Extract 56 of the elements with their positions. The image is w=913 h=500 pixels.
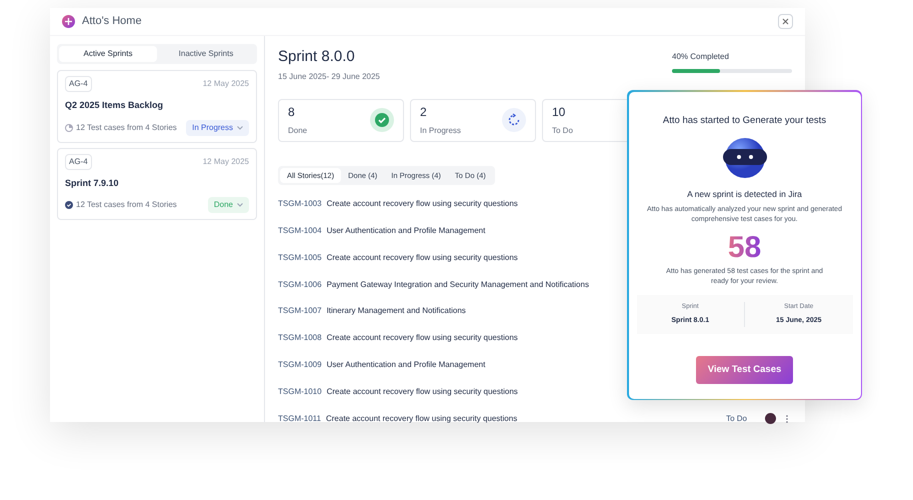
stat-value: 10 (552, 104, 566, 121)
story-id[interactable]: TSGM-1008 (278, 332, 322, 344)
logo-icon (62, 15, 75, 28)
popup-heading: A new sprint is detected in Jira (687, 188, 802, 200)
story-id[interactable]: TSGM-1005 (278, 252, 322, 264)
check-icon (370, 108, 394, 132)
story-title: Payment Gateway Integration and Security Management and Notifications (326, 278, 589, 291)
robot-mascot-icon (720, 136, 768, 180)
story-id[interactable]: TSGM-1006 (278, 278, 322, 291)
close-icon (782, 18, 789, 25)
sprint-card[interactable]: AG-4 12 May 2025 Sprint 7.9.10 12 Test cases from 4 Stories Done (57, 148, 257, 220)
stat-label: In Progress (420, 125, 461, 137)
story-title: Create account recovery flow using security questions (326, 332, 518, 344)
story-title: User Authentication and Profile Management (326, 358, 486, 371)
window-title: Atto's Home (82, 14, 142, 30)
status-dropdown[interactable]: In Progress (186, 120, 249, 136)
sprint-card[interactable]: AG-4 12 May 2025 Q2 2025 Items Backlog 12 Test cases from 4 Stories In Progress (57, 70, 257, 142)
story-id[interactable]: TSGM-1004 (278, 224, 322, 237)
avatar (765, 413, 776, 424)
story-title: Create account recovery flow using security questions (326, 386, 518, 398)
story-title: Itinerary Management and Notifications (326, 305, 466, 318)
story-id[interactable]: TSGM-1011 (278, 412, 321, 425)
sprint-title: Sprint 8.0.0 (278, 47, 356, 67)
close-button[interactable] (778, 14, 793, 29)
story-id[interactable]: TSGM-1009 (278, 358, 322, 371)
stat-label: Done (288, 125, 308, 137)
sprint-tag: AG-4 (65, 154, 92, 170)
story-id[interactable]: TSGM-1003 (278, 198, 322, 210)
view-test-cases-button[interactable]: View Test Cases (696, 356, 793, 384)
story-title: User Authentication and Profile Management (326, 224, 486, 237)
story-status: To Do (726, 412, 747, 425)
story-title: Create account recovery flow using security questions (326, 198, 518, 210)
chevron-down-icon (237, 203, 243, 207)
sprint-summary: 12 Test cases from 4 Stories (76, 199, 177, 211)
story-title: Create account recovery flow using security questions (326, 252, 518, 264)
stat-value: 8 (288, 104, 296, 121)
popup-title: Atto has started to Generate your tests (662, 114, 826, 128)
sprint-tag: AG-4 (65, 76, 92, 92)
story-title: Create account recovery flow using security questions (326, 412, 518, 425)
pie-icon (65, 124, 73, 132)
sprint-name: Q2 2025 Items Backlog (65, 99, 164, 112)
sprint-tab[interactable]: Inactive Sprints (157, 46, 255, 62)
progress-label: 40% Completed (672, 51, 730, 63)
stat-value: 2 (420, 104, 428, 121)
refresh-icon (502, 108, 526, 132)
chevron-down-icon (237, 126, 243, 130)
sprint-date: 12 May 2025 (202, 156, 249, 168)
sprint-name: Sprint 7.9.10 (65, 176, 120, 190)
sprint-date: 12 May 2025 (202, 78, 249, 90)
sprint-tab[interactable]: Active Sprints (59, 46, 157, 62)
story-id[interactable]: TSGM-1010 (278, 386, 322, 398)
check-circle-icon (65, 201, 73, 209)
sprint-summary: 12 Test cases from 4 Stories (76, 122, 177, 134)
sprint-dates: 15 June 2025- 29 June 2025 (278, 70, 380, 82)
stat-label: To Do (552, 125, 573, 137)
story-id[interactable]: TSGM-1007 (278, 305, 322, 318)
